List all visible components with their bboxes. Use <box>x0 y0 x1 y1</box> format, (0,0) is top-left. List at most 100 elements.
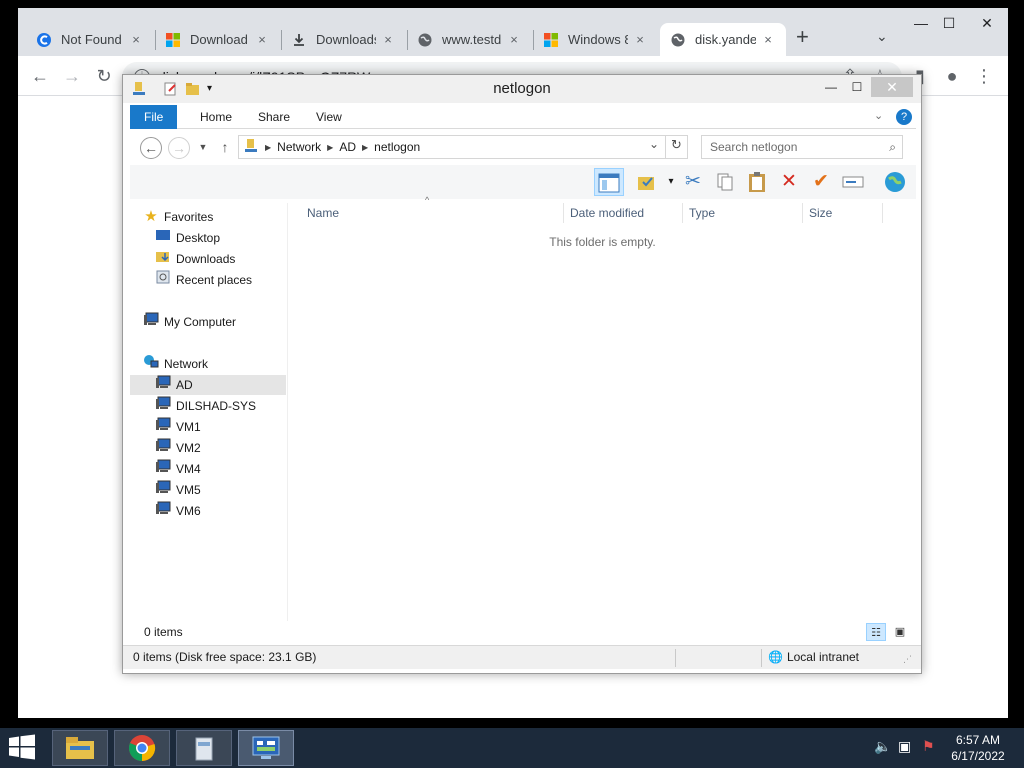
menu-kebab-icon[interactable]: ⋮ <box>970 62 998 90</box>
close-icon[interactable]: × <box>380 32 396 48</box>
column-header-type[interactable]: Type <box>683 203 803 223</box>
speaker-muted-icon[interactable]: 🔈 <box>874 738 891 755</box>
system-clock[interactable]: 6:57 AM 6/17/2022 <box>940 732 1016 764</box>
breadcrumb-netlogon[interactable]: netlogon <box>374 140 420 154</box>
tab-share[interactable]: Share <box>244 105 304 129</box>
copy-icon[interactable] <box>710 168 740 196</box>
windows-start-icon[interactable] <box>8 734 38 762</box>
minimize-icon[interactable]: — <box>817 77 845 97</box>
tab-label: disk.yandex <box>695 32 756 47</box>
globe-icon <box>670 32 686 48</box>
explorer-address-bar[interactable]: ▶ Network ▶ AD ▶ netlogon ⌄ ↻ <box>238 135 688 159</box>
nav-downloads[interactable]: Downloads <box>154 249 235 269</box>
network-status-icon[interactable]: ▣ <box>898 738 911 755</box>
search-input[interactable]: Search netlogon ⌕ <box>701 135 903 159</box>
nav-label: My Computer <box>164 315 237 329</box>
nav-network-ad[interactable]: AD <box>130 375 286 395</box>
tab-search-chevron-icon[interactable]: ⌄ <box>876 28 888 45</box>
details-view-icon[interactable]: ☷ <box>866 623 886 641</box>
breadcrumb-ad[interactable]: AD <box>339 140 356 154</box>
cut-icon[interactable]: ✂ <box>678 168 708 196</box>
tab-file[interactable]: File <box>130 105 178 129</box>
reload-icon[interactable]: ↻ <box>90 62 118 90</box>
column-header-name[interactable]: Name <box>301 203 563 223</box>
explorer-title-bar: ▾ netlogon — ☐ ✕ <box>123 75 921 103</box>
computer-icon <box>154 479 172 501</box>
tab-label: Not Found <box>61 32 122 47</box>
nav-network-vm2[interactable]: VM2 <box>154 438 201 458</box>
close-icon[interactable]: × <box>128 32 144 48</box>
chevron-right-icon[interactable]: ▶ <box>265 143 271 152</box>
control-panel-taskbar-icon[interactable] <box>238 730 294 766</box>
maximize-icon[interactable]: ☐ <box>843 77 871 97</box>
recycle-bin-taskbar-icon[interactable] <box>176 730 232 766</box>
forward-arrow-icon[interactable]: → <box>168 137 190 159</box>
chevron-right-icon[interactable]: ▶ <box>327 143 333 152</box>
help-icon[interactable]: ? <box>896 109 912 125</box>
large-icons-view-icon[interactable]: ▣ <box>890 623 910 641</box>
breadcrumb-network[interactable]: Network <box>277 140 321 154</box>
item-status-row: 0 items ☷ ▣ <box>130 621 916 643</box>
nav-label: Favorites <box>164 210 214 224</box>
nav-favorites[interactable]: ★ Favorites <box>142 207 213 227</box>
recent-locations-icon[interactable]: ▼ <box>192 137 214 159</box>
globe-icon[interactable] <box>880 168 910 196</box>
paste-icon[interactable] <box>742 168 772 196</box>
nav-network-vm5[interactable]: VM5 <box>154 480 201 500</box>
nav-network[interactable]: Network <box>142 354 208 374</box>
nav-label: Desktop <box>176 231 221 245</box>
refresh-icon[interactable]: ↻ <box>671 137 682 153</box>
nav-my-computer[interactable]: My Computer <box>142 312 236 332</box>
close-icon[interactable]: × <box>632 32 648 48</box>
close-icon[interactable]: × <box>506 32 522 48</box>
delete-icon[interactable]: ✕ <box>774 168 804 196</box>
action-center-icon[interactable]: ⚑ <box>922 738 935 755</box>
tab-not-found[interactable]: Not Found × <box>26 23 154 56</box>
nav-network-vm4[interactable]: VM4 <box>154 459 201 479</box>
nav-network-vm1[interactable]: VM1 <box>154 417 201 437</box>
chrome-taskbar-icon[interactable] <box>114 730 170 766</box>
nav-network-dilshad-sys[interactable]: DILSHAD-SYS <box>154 396 256 416</box>
maximize-icon[interactable]: ☐ <box>932 10 966 38</box>
globe-icon <box>417 32 433 48</box>
close-icon[interactable]: ✕ <box>871 77 913 97</box>
search-icon[interactable]: ⌕ <box>889 136 896 158</box>
tab-downloads[interactable]: Downloads × <box>281 23 406 56</box>
tab-download[interactable]: Download I × <box>155 23 280 56</box>
profile-avatar-icon[interactable]: ● <box>938 62 966 90</box>
back-arrow-icon[interactable]: ← <box>26 62 54 90</box>
new-tab-button[interactable]: + <box>796 26 809 48</box>
close-icon[interactable]: × <box>760 32 776 48</box>
back-arrow-icon[interactable]: ← <box>140 137 162 159</box>
chevron-right-icon[interactable]: ▶ <box>362 143 368 152</box>
up-arrow-icon[interactable]: ↑ <box>214 137 236 159</box>
tab-disk-yandex[interactable]: disk.yandex × <box>660 23 786 56</box>
resize-grip-icon[interactable]: ⋰ <box>903 654 912 665</box>
tab-view[interactable]: View <box>302 105 356 129</box>
computer-icon <box>154 374 172 396</box>
preview-pane-icon[interactable] <box>594 168 624 196</box>
column-header-date-modified[interactable]: Date modified <box>563 203 683 223</box>
nav-label: VM6 <box>176 504 201 518</box>
tab-windows8[interactable]: Windows 8 × <box>533 23 658 56</box>
nav-network-vm6[interactable]: VM6 <box>154 501 201 521</box>
nav-label: DILSHAD-SYS <box>176 399 257 413</box>
download-icon <box>291 32 307 48</box>
nav-recent-places[interactable]: Recent places <box>154 270 252 290</box>
expand-ribbon-chevron-icon[interactable]: ⌄ <box>874 109 883 122</box>
chevron-down-icon[interactable]: ⌄ <box>649 137 659 151</box>
tab-testdrive[interactable]: www.testdr × <box>407 23 532 56</box>
close-icon[interactable]: × <box>254 32 270 48</box>
item-count: 0 items <box>144 625 183 639</box>
checkmark-icon[interactable]: ✔ <box>806 168 836 196</box>
forward-arrow-icon[interactable]: → <box>58 62 86 90</box>
page-edge-text: M <box>2 58 12 70</box>
rename-icon[interactable] <box>838 168 868 196</box>
tab-home[interactable]: Home <box>186 105 246 129</box>
column-header-size[interactable]: Size <box>803 203 883 223</box>
file-explorer-taskbar-icon[interactable] <box>52 730 108 766</box>
nav-desktop[interactable]: Desktop <box>154 228 220 248</box>
computer-icon <box>154 395 172 417</box>
close-window-icon[interactable]: ✕ <box>970 10 1004 38</box>
window-title: netlogon <box>493 80 551 97</box>
